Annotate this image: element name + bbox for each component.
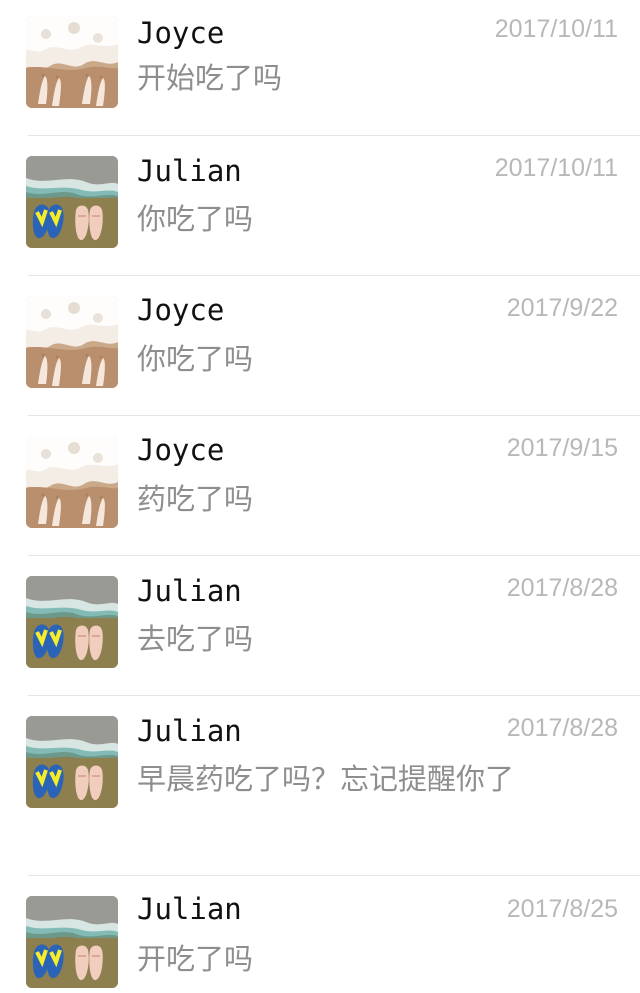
beach-feet-avatar-icon <box>26 16 118 108</box>
contact-name: Julian <box>137 892 242 926</box>
avatar[interactable] <box>26 156 118 248</box>
contact-name: Julian <box>137 154 242 188</box>
message-preview: 你吃了吗 <box>137 342 254 376</box>
flip-flops-avatar-icon <box>26 156 118 248</box>
beach-feet-avatar-icon <box>26 296 118 388</box>
message-date: 2017/9/22 <box>506 294 618 322</box>
flip-flops-avatar-icon <box>26 716 118 808</box>
message-preview: 早晨药吃了吗？忘记提醒你了 <box>137 762 515 796</box>
message-date: 2017/8/28 <box>506 714 618 742</box>
message-preview: 开始吃了吗 <box>137 61 283 95</box>
avatar[interactable] <box>26 16 118 108</box>
conversation-item[interactable]: Joyce 2017/9/22 你吃了吗 <box>0 276 640 416</box>
conversation-item[interactable]: Julian 2017/8/25 开吃了吗 <box>0 876 640 993</box>
message-preview: 去吃了吗 <box>137 622 254 656</box>
message-preview: 药吃了吗 <box>137 482 254 516</box>
message-date: 2017/8/25 <box>506 895 618 923</box>
avatar[interactable] <box>26 436 118 528</box>
message-date: 2017/10/11 <box>494 154 618 182</box>
contact-name: Julian <box>137 714 242 748</box>
avatar[interactable] <box>26 896 118 988</box>
contact-name: Joyce <box>137 16 225 50</box>
message-date: 2017/9/15 <box>506 434 618 462</box>
contact-name: Joyce <box>137 293 225 327</box>
conversation-item[interactable]: Julian 2017/10/11 你吃了吗 <box>0 136 640 276</box>
avatar[interactable] <box>26 716 118 808</box>
conversation-item[interactable]: Julian 2017/8/28 去吃了吗 <box>0 556 640 696</box>
beach-feet-avatar-icon <box>26 436 118 528</box>
flip-flops-avatar-icon <box>26 896 118 988</box>
message-date: 2017/10/11 <box>494 15 618 43</box>
message-date: 2017/8/28 <box>506 574 618 602</box>
contact-name: Joyce <box>137 433 225 467</box>
conversation-list: Joyce 2017/10/11 开始吃了吗 Julian 2017/10/11… <box>0 0 640 993</box>
conversation-item[interactable]: Joyce 2017/10/11 开始吃了吗 <box>0 0 640 136</box>
avatar[interactable] <box>26 296 118 388</box>
message-preview: 你吃了吗 <box>137 202 254 236</box>
conversation-item[interactable]: Joyce 2017/9/15 药吃了吗 <box>0 416 640 556</box>
contact-name: Julian <box>137 574 242 608</box>
avatar[interactable] <box>26 576 118 668</box>
flip-flops-avatar-icon <box>26 576 118 668</box>
message-preview: 开吃了吗 <box>137 942 254 976</box>
conversation-item[interactable]: Julian 2017/8/28 早晨药吃了吗？忘记提醒你了 <box>0 696 640 876</box>
